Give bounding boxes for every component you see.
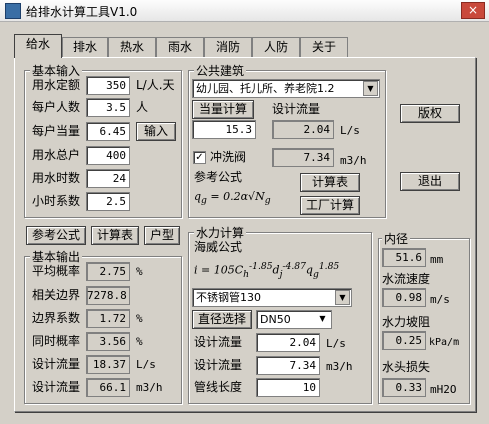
hyd-label-flow-m3h: 设计流量 xyxy=(194,358,243,372)
inner-diameter-unit: mm xyxy=(430,253,444,266)
dn-value: DN50 xyxy=(260,313,291,326)
output-flow-m3h-field: 66.1 xyxy=(86,378,130,397)
flow-formula: qg = 0.2α√Ng xyxy=(194,190,271,207)
public-calc-table-button[interactable]: 计算表 xyxy=(300,173,360,192)
household-equiv-field[interactable]: 6.45 xyxy=(86,122,130,141)
quota-field[interactable]: 350 xyxy=(86,76,130,95)
head-loss-field: 0.33 xyxy=(382,378,426,397)
output-flow-ls-unit: L/s xyxy=(136,358,156,371)
tab-water-supply[interactable]: 给水 xyxy=(14,34,62,58)
household-type-button[interactable]: 户型 xyxy=(144,226,180,245)
input-label-persons: 每户人数 xyxy=(32,100,81,114)
pipe-material-value: 不锈钢管130 xyxy=(196,291,261,304)
tab-fire[interactable]: 消防 xyxy=(204,37,252,57)
tab-hot-water[interactable]: 热水 xyxy=(108,37,156,57)
flush-flow-unit: m3/h xyxy=(340,154,367,167)
flush-valve-checkbox[interactable]: ✓ xyxy=(193,151,206,164)
hyd-label-flow-ls: 设计流量 xyxy=(194,335,243,349)
chevron-down-icon[interactable]: ▼ xyxy=(363,81,378,96)
avg-prob-field: 2.75 xyxy=(86,262,130,281)
hazen-formula: i = 105Ch-1.85dj-4.87qg1.85 xyxy=(194,261,340,280)
equiv-calc-button[interactable]: 当量计算 xyxy=(192,100,254,119)
output-label-flow-m3h: 设计流量 xyxy=(32,380,81,394)
hour-coef-field[interactable]: 2.5 xyxy=(86,192,130,211)
chevron-down-icon[interactable]: ▼ xyxy=(335,290,350,305)
persons-field[interactable]: 3.5 xyxy=(86,98,130,117)
public-building-title: 公共建筑 xyxy=(194,62,247,79)
hyd-flow-m3h-unit: m3/h xyxy=(326,360,353,373)
equiv-value-field[interactable]: 15.3 xyxy=(192,120,256,139)
diameter-select-button[interactable]: 直径选择 xyxy=(192,310,252,329)
boundary-field: 7278.8 xyxy=(86,286,130,305)
velocity-unit: m/s xyxy=(430,293,450,306)
exit-button[interactable]: 退出 xyxy=(400,172,460,191)
quota-unit: L/人.天 xyxy=(136,78,175,92)
boundary-coef-field: 1.72 xyxy=(86,309,130,328)
gradient-field: 0.25 xyxy=(382,331,426,350)
input-label-equiv: 每户当量 xyxy=(32,124,81,138)
hyd-flow-ls-field[interactable]: 2.04 xyxy=(256,333,320,352)
sim-prob-field: 3.56 xyxy=(86,332,130,351)
input-button[interactable]: 输入 xyxy=(136,122,176,141)
head-loss-unit: mH2O xyxy=(430,383,457,396)
building-type-value: 幼儿园、托儿所、养老院1.2 xyxy=(196,82,335,95)
flow-ls-unit: L/s xyxy=(340,124,360,137)
velocity-label: 水流速度 xyxy=(382,272,431,286)
output-flow-ls-field: 18.37 xyxy=(86,355,130,374)
hyd-label-length: 管线长度 xyxy=(194,380,243,394)
velocity-field: 0.98 xyxy=(382,288,426,307)
input-label-hour-coef: 小时系数 xyxy=(32,194,81,208)
flow-ls-field: 2.04 xyxy=(272,120,334,139)
tab-civil-defense[interactable]: 人防 xyxy=(252,37,300,57)
chevron-down-icon[interactable]: ▼ xyxy=(315,312,330,327)
boundary-coef-unit: % xyxy=(136,312,143,325)
inner-diameter-label: 内径 xyxy=(382,230,411,247)
design-flow-label: 设计流量 xyxy=(272,102,321,116)
hyd-flow-ls-unit: L/s xyxy=(326,337,346,350)
gradient-label: 水力坡阻 xyxy=(382,315,431,329)
dn-select[interactable]: DN50 ▼ xyxy=(256,310,332,329)
building-type-select[interactable]: 幼儿园、托儿所、养老院1.2 ▼ xyxy=(192,79,380,98)
hours-field[interactable]: 24 xyxy=(86,169,130,188)
pipe-length-field[interactable]: 10 xyxy=(256,378,320,397)
title-bar: 给排水计算工具V1.0 × xyxy=(0,0,489,22)
copyright-button[interactable]: 版权 xyxy=(400,104,460,123)
tab-drainage[interactable]: 排水 xyxy=(62,37,108,57)
factory-calc-button[interactable]: 工厂计算 xyxy=(300,196,360,215)
close-button[interactable]: × xyxy=(461,2,485,19)
sim-prob-unit: % xyxy=(136,335,143,348)
input-label-quota: 用水定额 xyxy=(32,78,81,92)
flush-valve-label: 冲洗阀 xyxy=(210,150,247,164)
tab-rainwater[interactable]: 雨水 xyxy=(156,37,204,57)
reference-formula-label: 参考公式 xyxy=(194,170,243,184)
inner-diameter-field: 51.6 xyxy=(382,248,426,267)
reference-formula-button[interactable]: 参考公式 xyxy=(26,226,86,245)
output-label-avg-prob: 平均概率 xyxy=(32,264,81,278)
tab-about[interactable]: 关于 xyxy=(300,37,348,57)
gradient-unit: kPa/m xyxy=(429,337,460,348)
head-loss-label: 水头损失 xyxy=(382,360,431,374)
input-label-hours: 用水时数 xyxy=(32,171,81,185)
app-icon xyxy=(5,3,21,19)
output-flow-m3h-unit: m3/h xyxy=(136,381,163,394)
input-label-households: 用水总户 xyxy=(32,148,81,162)
flush-flow-field: 7.34 xyxy=(272,148,334,167)
output-label-flow-ls: 设计流量 xyxy=(32,357,81,371)
output-label-boundary-coef: 边界系数 xyxy=(32,311,81,325)
hyd-flow-m3h-field[interactable]: 7.34 xyxy=(256,356,320,375)
avg-prob-unit: % xyxy=(136,265,143,278)
window-title: 给排水计算工具V1.0 xyxy=(26,5,138,19)
pipe-material-select[interactable]: 不锈钢管130 ▼ xyxy=(192,288,352,307)
persons-unit: 人 xyxy=(136,100,149,114)
calc-table-button[interactable]: 计算表 xyxy=(91,226,139,245)
hazen-formula-label: 海威公式 xyxy=(194,240,243,254)
households-field[interactable]: 400 xyxy=(86,146,130,165)
output-label-sim-prob: 同时概率 xyxy=(32,334,81,348)
output-label-boundary: 相关边界 xyxy=(32,288,81,302)
